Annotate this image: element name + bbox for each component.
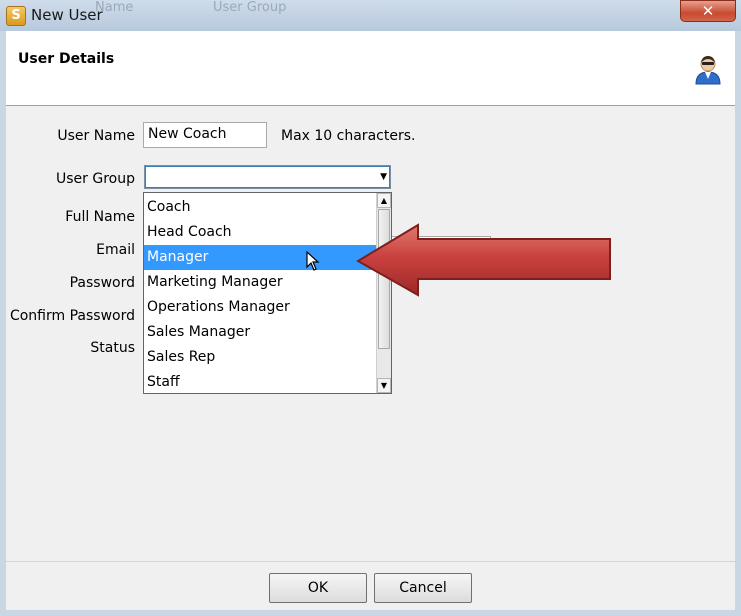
dialog-window: User Details User Name User Group Full N…	[6, 31, 735, 610]
user-name-label: User Name	[57, 128, 135, 144]
password-label: Password	[69, 275, 135, 291]
close-button[interactable]: ✕	[680, 0, 736, 22]
header-panel: User Details	[6, 31, 735, 106]
mouse-cursor-icon	[306, 251, 320, 271]
header-title: User Details	[18, 51, 115, 67]
dropdown-option-coach[interactable]: Coach	[144, 195, 376, 220]
scroll-down-icon[interactable]: ▼	[377, 378, 391, 393]
dropdown-option-manager[interactable]: Manager	[144, 245, 376, 270]
user-group-dropdown-list[interactable]: Coach Head Coach Manager Marketing Manag…	[143, 192, 392, 394]
background-column-user-group: User Group	[213, 0, 287, 15]
user-group-combobox[interactable]: ▼	[144, 165, 391, 189]
user-icon	[695, 56, 721, 85]
user-name-input[interactable]: New Coach	[143, 122, 267, 148]
annotation-arrow-icon	[356, 223, 611, 297]
full-name-label: Full Name	[65, 209, 135, 225]
dropdown-option-head-coach[interactable]: Head Coach	[144, 220, 376, 245]
dropdown-option-sales-rep[interactable]: Sales Rep	[144, 345, 376, 370]
dropdown-option-staff[interactable]: Staff	[144, 370, 376, 395]
dropdown-option-marketing-manager[interactable]: Marketing Manager	[144, 270, 376, 295]
ok-button[interactable]: OK	[269, 573, 367, 603]
app-icon: S	[6, 6, 26, 26]
dropdown-option-sales-manager[interactable]: Sales Manager	[144, 320, 376, 345]
title-bar: Name User Group S New User ✕	[0, 0, 741, 31]
confirm-password-label: Confirm Password	[9, 308, 135, 324]
status-label: Status	[90, 340, 135, 356]
email-label: Email	[96, 242, 135, 258]
chevron-down-icon[interactable]: ▼	[380, 172, 387, 182]
dropdown-option-operations-manager[interactable]: Operations Manager	[144, 295, 376, 320]
cancel-button[interactable]: Cancel	[374, 573, 472, 603]
scroll-up-icon[interactable]: ▲	[377, 193, 391, 208]
window-title: New User	[31, 6, 103, 24]
dialog-footer: OK Cancel	[6, 561, 735, 611]
user-group-label: User Group	[56, 171, 135, 187]
user-name-hint: Max 10 characters.	[281, 128, 416, 144]
